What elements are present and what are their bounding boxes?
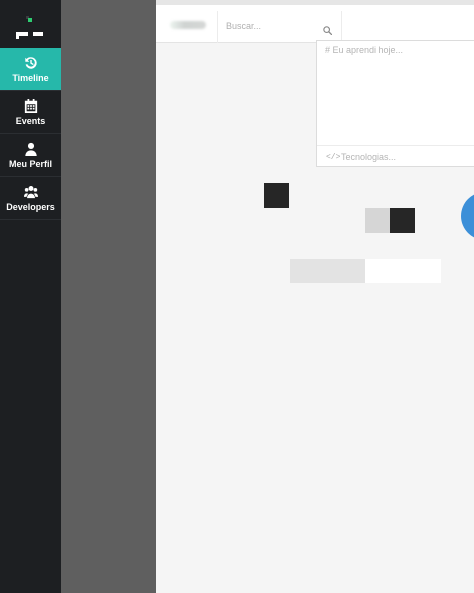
sidebar-item-label: Timeline	[12, 72, 49, 83]
users-icon	[23, 185, 38, 199]
search-icon[interactable]	[323, 22, 333, 36]
brand-logo[interactable]	[170, 21, 206, 29]
app-logo[interactable]	[0, 0, 61, 48]
tags-row: </>	[317, 145, 474, 167]
sidebar-item-label: Meu Perfil	[8, 158, 52, 169]
post-textarea[interactable]	[317, 41, 474, 145]
logo-mark-right	[33, 32, 43, 36]
placeholder-block-dark	[264, 183, 289, 208]
post-composer: </>	[316, 40, 474, 167]
sidebar-item-label: Events	[15, 115, 46, 126]
sidebar-item-profile[interactable]: Meu Perfil	[0, 134, 61, 177]
calendar-icon	[24, 98, 38, 113]
code-icon: </>	[326, 153, 341, 162]
sidebar-item-timeline[interactable]: Timeline	[0, 48, 61, 91]
placeholder-bar-gray	[290, 259, 365, 283]
placeholder-block-light	[365, 208, 390, 233]
tags-input[interactable]	[341, 149, 461, 165]
header-divider	[217, 11, 218, 43]
header-bar	[156, 5, 474, 43]
placeholder-bar-white	[365, 259, 441, 283]
side-panel	[61, 0, 156, 593]
header-divider	[341, 11, 342, 43]
history-icon	[24, 56, 38, 70]
placeholder-block-dark	[390, 208, 415, 233]
sidebar: Timeline Events Meu Perfil Developers	[0, 0, 61, 593]
user-icon	[24, 142, 38, 156]
sidebar-item-events[interactable]: Events	[0, 91, 61, 134]
main-content: </>	[156, 0, 474, 593]
logo-mark-left	[16, 32, 28, 39]
search-input[interactable]	[226, 18, 316, 34]
sidebar-item-developers[interactable]: Developers	[0, 177, 61, 220]
logo-mark-green	[28, 18, 32, 22]
floating-action-button[interactable]	[461, 192, 474, 240]
sidebar-item-label: Developers	[6, 201, 55, 212]
